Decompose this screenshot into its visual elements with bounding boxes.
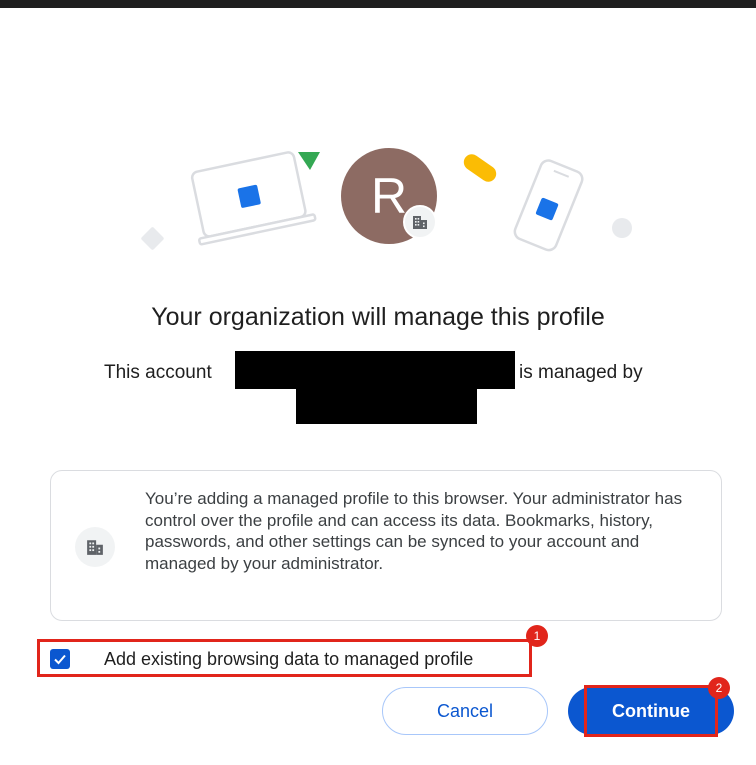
dialog-title: Your organization will manage this profi… bbox=[151, 303, 605, 331]
info-card-text: You’re adding a managed profile to this … bbox=[145, 489, 683, 573]
profile-management-dialog: R Your organization will manage this pro… bbox=[0, 0, 756, 765]
cancel-button[interactable]: Cancel bbox=[382, 687, 548, 735]
building-icon bbox=[87, 540, 103, 555]
building-icon bbox=[413, 216, 427, 229]
laptop-illustration bbox=[190, 151, 317, 246]
add-browsing-data-checkbox[interactable] bbox=[50, 649, 70, 669]
step-badge-1: 1 bbox=[526, 625, 548, 647]
account-prefix: This account bbox=[104, 362, 212, 383]
circle-shape bbox=[612, 218, 632, 238]
account-suffix: is managed by bbox=[519, 362, 643, 383]
add-browsing-data-option[interactable]: Add existing browsing data to managed pr… bbox=[37, 639, 532, 677]
managed-badge bbox=[403, 205, 437, 239]
phone-illustration bbox=[513, 159, 584, 252]
redacted-organization bbox=[296, 388, 477, 424]
add-browsing-data-label[interactable]: Add existing browsing data to managed pr… bbox=[104, 649, 473, 670]
redacted-account-email bbox=[235, 351, 515, 389]
pill-shape bbox=[463, 154, 497, 182]
info-card: You’re adding a managed profile to this … bbox=[50, 470, 722, 621]
step-badge-2: 2 bbox=[708, 677, 730, 699]
checkmark-icon bbox=[54, 654, 66, 665]
diamond-shape bbox=[141, 227, 164, 250]
info-icon-container bbox=[75, 527, 115, 567]
triangle-shape bbox=[298, 152, 320, 170]
